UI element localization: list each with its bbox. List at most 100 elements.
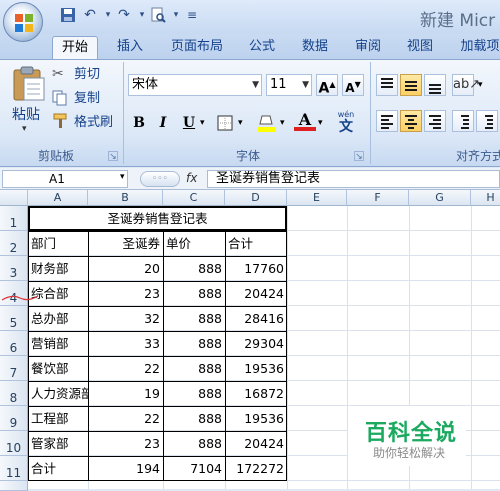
paste-icon[interactable] — [8, 64, 48, 104]
column-header-d[interactable]: D — [225, 190, 287, 206]
fill-color-dropdown-icon[interactable]: ▾ — [280, 118, 285, 128]
column-header-f[interactable]: F — [347, 190, 409, 206]
paste-button[interactable]: 粘贴 — [12, 104, 40, 126]
header-cell-dept[interactable]: 部门 — [28, 231, 88, 256]
row-header-11[interactable]: 11 — [0, 456, 28, 481]
save-icon[interactable] — [58, 5, 78, 25]
header-cell-total[interactable]: 合计 — [225, 231, 287, 256]
table-cell[interactable]: 28416 — [225, 306, 287, 331]
tab-page-layout[interactable]: 页面布局 — [162, 36, 232, 60]
column-header-a[interactable]: A — [28, 190, 88, 206]
font-color-dropdown-icon[interactable]: ▾ — [318, 118, 323, 128]
table-cell[interactable]: 20424 — [225, 281, 287, 306]
table-cell[interactable]: 工程部 — [28, 406, 88, 431]
align-center-button[interactable] — [400, 110, 422, 132]
table-cell[interactable]: 营销部 — [28, 331, 88, 356]
table-cell-total-label[interactable]: 合计 — [28, 456, 88, 481]
font-launcher-icon[interactable]: ↘ — [354, 151, 364, 162]
name-box[interactable]: A1 — [2, 170, 128, 188]
tab-home[interactable]: 开始 — [52, 36, 98, 60]
font-color-button[interactable]: A — [294, 110, 316, 134]
tab-insert[interactable]: 插入 — [108, 36, 152, 60]
undo-icon[interactable]: ↶ — [80, 5, 100, 25]
row-header-1[interactable]: 1 — [0, 206, 28, 231]
underline-button[interactable]: U — [178, 112, 200, 134]
row-header-2[interactable]: 2 — [0, 231, 28, 256]
table-cell[interactable]: 财务部 — [28, 256, 88, 281]
font-name-dropdown-icon[interactable]: ▼ — [252, 75, 259, 95]
font-name-combo[interactable]: 宋体 ▼ — [128, 74, 262, 96]
table-cell[interactable]: 32 — [88, 306, 163, 331]
font-size-combo[interactable]: 11 ▼ — [266, 74, 312, 96]
orientation-icon[interactable]: ab↗ — [452, 74, 480, 96]
decrease-indent-button[interactable] — [452, 110, 474, 132]
borders-dropdown-icon[interactable]: ▾ — [238, 118, 243, 128]
fill-color-icon[interactable] — [256, 112, 278, 134]
print-preview-icon[interactable] — [148, 5, 168, 25]
copy-button[interactable]: 复制 — [74, 88, 100, 110]
table-cell[interactable]: 人力资源部 — [28, 381, 88, 406]
align-bottom-button[interactable] — [424, 74, 446, 96]
table-cell[interactable]: 19 — [88, 381, 163, 406]
insert-function-button[interactable]: fx — [186, 171, 197, 185]
select-all-corner[interactable] — [0, 190, 28, 206]
table-cell[interactable]: 29304 — [225, 331, 287, 356]
header-cell-price[interactable]: 单价 — [163, 231, 225, 256]
table-cell[interactable]: 888 — [163, 381, 225, 406]
column-header-h[interactable]: H — [471, 190, 500, 206]
tab-view[interactable]: 视图 — [398, 36, 442, 60]
align-right-button[interactable] — [424, 110, 446, 132]
tab-addins[interactable]: 加载项 — [452, 36, 500, 60]
table-title[interactable]: 圣诞券销售登记表 — [28, 206, 287, 231]
table-cell[interactable]: 20424 — [225, 431, 287, 456]
grow-font-button[interactable]: A▲ — [316, 74, 338, 97]
bold-button[interactable]: B — [128, 112, 150, 134]
clipboard-launcher-icon[interactable]: ↘ — [108, 151, 118, 162]
table-cell[interactable]: 22 — [88, 406, 163, 431]
underline-dropdown-icon[interactable]: ▾ — [200, 118, 205, 128]
table-cell[interactable]: 23 — [88, 431, 163, 456]
phonetic-button[interactable]: wén 文 — [330, 110, 362, 136]
table-cell[interactable]: 管家部 — [28, 431, 88, 456]
column-header-e[interactable]: E — [287, 190, 347, 206]
formula-input[interactable]: 圣诞券销售登记表 — [207, 170, 500, 188]
orientation-dropdown-icon[interactable]: ▾ — [478, 80, 483, 90]
table-cell[interactable]: 17760 — [225, 256, 287, 281]
row-header-9[interactable]: 9 — [0, 406, 28, 431]
row-header-5[interactable]: 5 — [0, 306, 28, 331]
row-header-8[interactable]: 8 — [0, 381, 28, 406]
increase-indent-button[interactable] — [476, 110, 498, 132]
tab-review[interactable]: 审阅 — [346, 36, 390, 60]
borders-icon[interactable] — [216, 114, 236, 132]
table-cell[interactable]: 20 — [88, 256, 163, 281]
row-header-3[interactable]: 3 — [0, 256, 28, 281]
table-cell-total[interactable]: 7104 — [163, 456, 225, 481]
office-button[interactable] — [3, 2, 43, 42]
name-box-dropdown-icon[interactable]: ▾ — [120, 172, 125, 182]
table-cell[interactable]: 888 — [163, 406, 225, 431]
table-cell[interactable]: 33 — [88, 331, 163, 356]
paste-dropdown-icon[interactable]: ▾ — [22, 124, 27, 134]
table-cell[interactable]: 总办部 — [28, 306, 88, 331]
table-cell-total[interactable]: 194 — [88, 456, 163, 481]
align-middle-button[interactable] — [400, 74, 422, 96]
tab-data[interactable]: 数据 — [292, 36, 338, 60]
row-header-6[interactable]: 6 — [0, 331, 28, 356]
table-cell[interactable]: 888 — [163, 281, 225, 306]
font-size-dropdown-icon[interactable]: ▼ — [302, 75, 309, 95]
table-cell[interactable]: 23 — [88, 281, 163, 306]
row-header-12[interactable] — [0, 481, 28, 491]
shrink-font-button[interactable]: A▼ — [342, 74, 364, 96]
column-header-b[interactable]: B — [88, 190, 163, 206]
customize-qat-icon[interactable]: ≡ — [182, 5, 202, 25]
table-cell[interactable]: 888 — [163, 306, 225, 331]
table-cell[interactable]: 888 — [163, 256, 225, 281]
table-cell[interactable]: 19536 — [225, 406, 287, 431]
table-cell-total[interactable]: 172272 — [225, 456, 287, 481]
formula-splitter-icon[interactable]: ◦◦◦ — [140, 171, 180, 187]
table-cell[interactable]: 888 — [163, 356, 225, 381]
align-top-button[interactable] — [376, 74, 398, 96]
column-header-g[interactable]: G — [409, 190, 471, 206]
italic-button[interactable]: I — [152, 112, 174, 134]
table-cell[interactable]: 888 — [163, 431, 225, 456]
